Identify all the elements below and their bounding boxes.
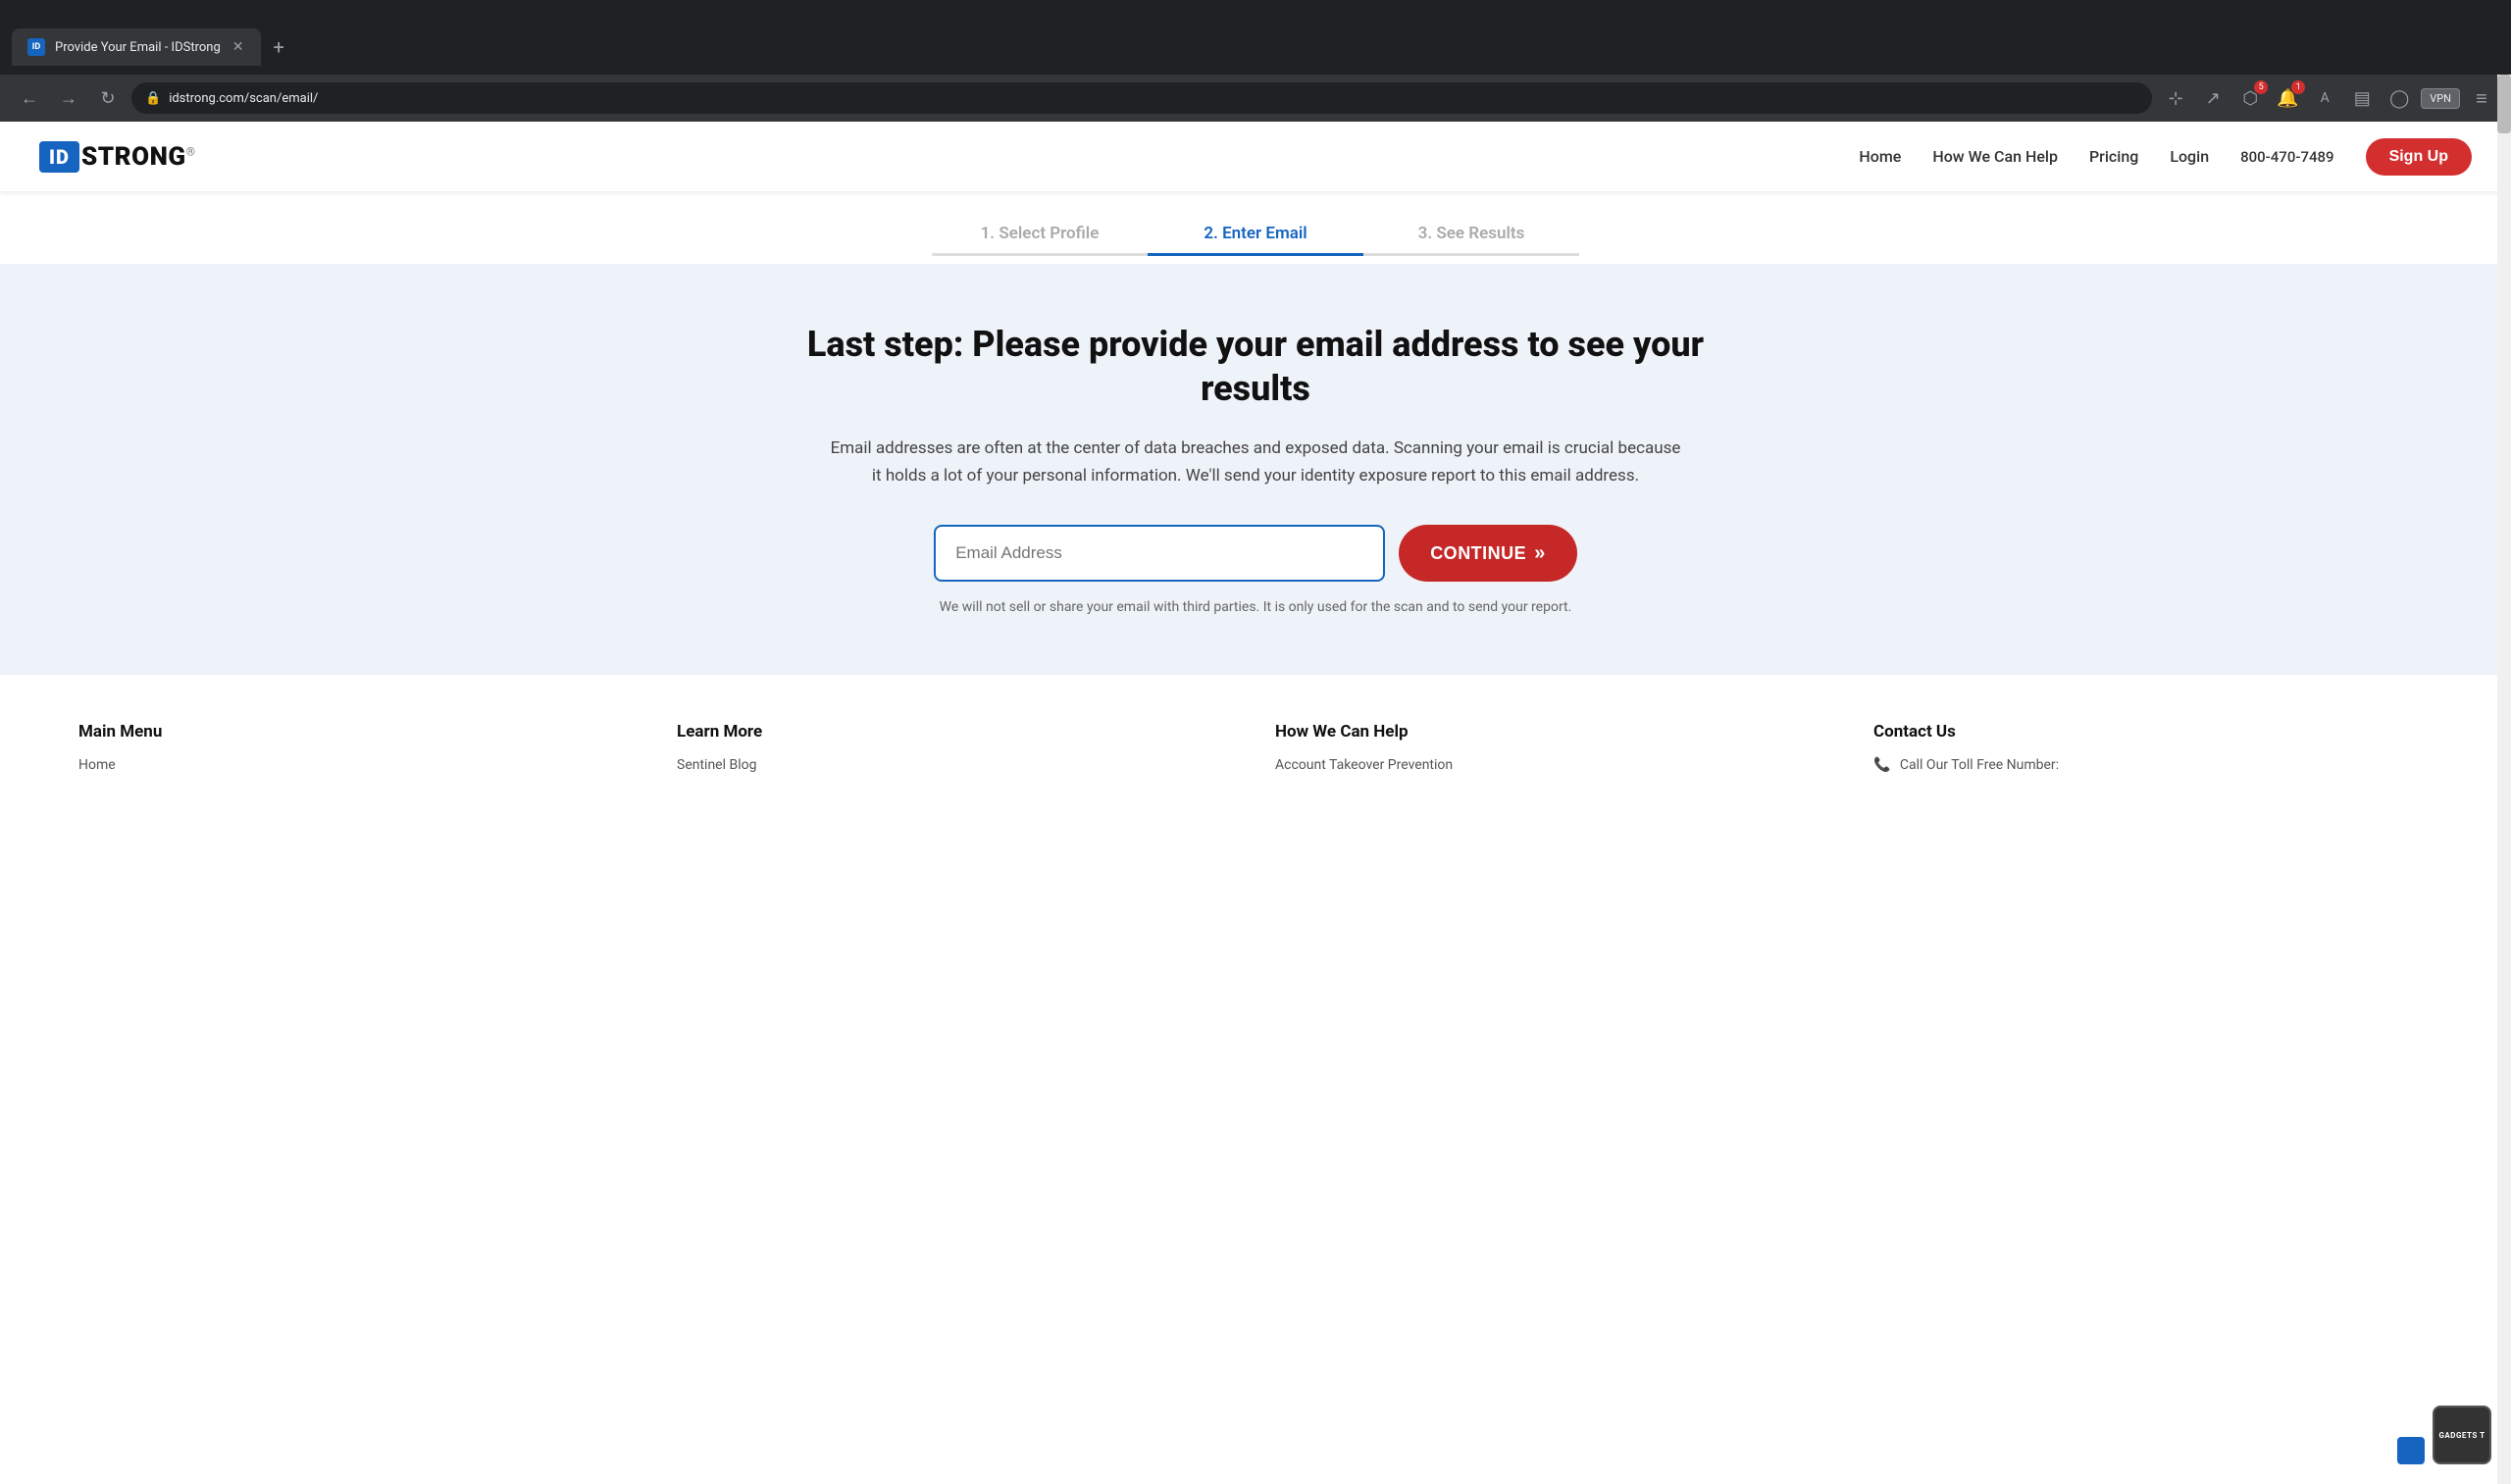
new-tab-button[interactable]: + xyxy=(273,35,283,59)
footer-link-home[interactable]: Home xyxy=(78,757,638,773)
reload-button[interactable]: ↻ xyxy=(92,82,124,114)
scrollbar[interactable] xyxy=(2497,75,2511,1484)
translate-button[interactable]: A xyxy=(2309,82,2340,114)
footer-learn-more-title: Learn More xyxy=(677,722,1236,742)
stepper-section: 1. Select Profile 2. Enter Email 3. See … xyxy=(0,192,2511,264)
tab-title: Provide Your Email - IDStrong xyxy=(55,40,221,55)
main-content: Last step: Please provide your email add… xyxy=(0,264,2511,674)
logo-strong-text: STRONG® xyxy=(81,142,196,172)
share-icon: ↗ xyxy=(2206,88,2221,109)
url-display: idstrong.com/scan/email/ xyxy=(169,91,318,106)
nav-signup-button[interactable]: Sign Up xyxy=(2366,138,2472,176)
nav-login[interactable]: Login xyxy=(2170,147,2209,166)
nav-pricing[interactable]: Pricing xyxy=(2089,147,2138,166)
tab-favicon: ID xyxy=(27,38,45,56)
step-see-results: 3. See Results xyxy=(1363,224,1579,256)
nav-links: Home How We Can Help Pricing Login 800-4… xyxy=(1859,138,2472,176)
tab-close-button[interactable]: ✕ xyxy=(231,37,246,57)
footer-grid: Main Menu Home Learn More Sentinel Blog … xyxy=(78,722,2433,781)
step-see-results-line xyxy=(1363,253,1579,256)
browser-chrome: ID Provide Your Email - IDStrong ✕ + xyxy=(0,0,2511,75)
footer-phone-label: 📞 Call Our Toll Free Number: xyxy=(1873,757,2433,773)
webpage: ID STRONG® Home How We Can Help Pricing … xyxy=(0,122,2511,812)
continue-label: CONTINUE xyxy=(1430,543,1526,564)
browser-actions: ⊹ ↗ ⬡ 5 🔔 1 A ▤ ◯ VPN ≡ xyxy=(2160,82,2497,114)
step-enter-email-line xyxy=(1148,253,1363,256)
step-see-results-label: 3. See Results xyxy=(1418,224,1525,253)
reload-icon: ↻ xyxy=(100,88,115,109)
navbar: ID STRONG® Home How We Can Help Pricing … xyxy=(0,122,2511,192)
vpn-badge[interactable]: VPN xyxy=(2421,88,2460,109)
share-button[interactable]: ↗ xyxy=(2197,82,2229,114)
footer-col-contact-us: Contact Us 📞 Call Our Toll Free Number: xyxy=(1873,722,2433,781)
privacy-note: We will not sell or share your email wit… xyxy=(39,599,2472,615)
sidebar-button[interactable]: ▤ xyxy=(2346,82,2378,114)
main-subtext: Email addresses are often at the center … xyxy=(829,435,1682,489)
step-enter-email: 2. Enter Email xyxy=(1148,224,1363,256)
footer-col-how-we-can-help: How We Can Help Account Takeover Prevent… xyxy=(1275,722,1834,781)
footer-link-account-takeover[interactable]: Account Takeover Prevention xyxy=(1275,757,1834,773)
address-bar[interactable]: 🔒 idstrong.com/scan/email/ xyxy=(131,82,2152,114)
continue-chevron-icon: » xyxy=(1534,542,1546,565)
forward-icon: → xyxy=(60,88,77,109)
logo[interactable]: ID STRONG® xyxy=(39,141,196,173)
step-enter-email-label: 2. Enter Email xyxy=(1204,224,1307,253)
lock-icon: 🔒 xyxy=(145,91,161,106)
browser-tab[interactable]: ID Provide Your Email - IDStrong ✕ xyxy=(12,28,261,66)
continue-button[interactable]: CONTINUE » xyxy=(1399,525,1577,582)
extension-badge xyxy=(2397,1437,2425,1464)
footer-col-learn-more: Learn More Sentinel Blog xyxy=(677,722,1236,781)
step-select-profile-line xyxy=(932,253,1148,256)
email-form: CONTINUE » xyxy=(39,525,2472,582)
footer-contact-label: Call Our Toll Free Number: xyxy=(1900,757,2059,773)
bookmark-button[interactable]: ⊹ xyxy=(2160,82,2191,114)
nav-home[interactable]: Home xyxy=(1859,147,1901,166)
stepper: 1. Select Profile 2. Enter Email 3. See … xyxy=(932,224,1579,256)
menu-button[interactable]: ≡ xyxy=(2466,82,2497,114)
alert-button[interactable]: 🔔 1 xyxy=(2272,82,2303,114)
back-button[interactable]: ← xyxy=(14,82,45,114)
email-input[interactable] xyxy=(934,525,1385,582)
step-select-profile-label: 1. Select Profile xyxy=(981,224,1100,253)
phone-icon: 📞 xyxy=(1873,757,1890,773)
scrollbar-thumb[interactable] xyxy=(2497,75,2511,133)
footer-main-menu-title: Main Menu xyxy=(78,722,638,742)
forward-button[interactable]: → xyxy=(53,82,84,114)
logo-id-text: ID xyxy=(39,141,79,173)
footer-contact-us-title: Contact Us xyxy=(1873,722,2433,742)
footer: Main Menu Home Learn More Sentinel Blog … xyxy=(0,674,2511,812)
footer-col-main-menu: Main Menu Home xyxy=(78,722,638,781)
nav-phone: 800-470-7489 xyxy=(2240,148,2333,166)
browser-toolbar: ← → ↻ 🔒 idstrong.com/scan/email/ ⊹ ↗ ⬡ 5… xyxy=(0,75,2511,122)
profile-button[interactable]: ◯ xyxy=(2383,82,2415,114)
step-select-profile: 1. Select Profile xyxy=(932,224,1148,256)
footer-how-we-can-help-title: How We Can Help xyxy=(1275,722,1834,742)
back-icon: ← xyxy=(21,88,38,109)
main-heading: Last step: Please provide your email add… xyxy=(790,323,1721,411)
bookmark-icon: ⊹ xyxy=(2169,88,2183,109)
footer-link-sentinel-blog[interactable]: Sentinel Blog xyxy=(677,757,1236,773)
nav-how-we-can-help[interactable]: How We Can Help xyxy=(1932,147,2058,166)
extension-notifications[interactable]: ⬡ 5 xyxy=(2234,82,2266,114)
gadgets-badge: GADGETS T xyxy=(2433,1406,2491,1464)
